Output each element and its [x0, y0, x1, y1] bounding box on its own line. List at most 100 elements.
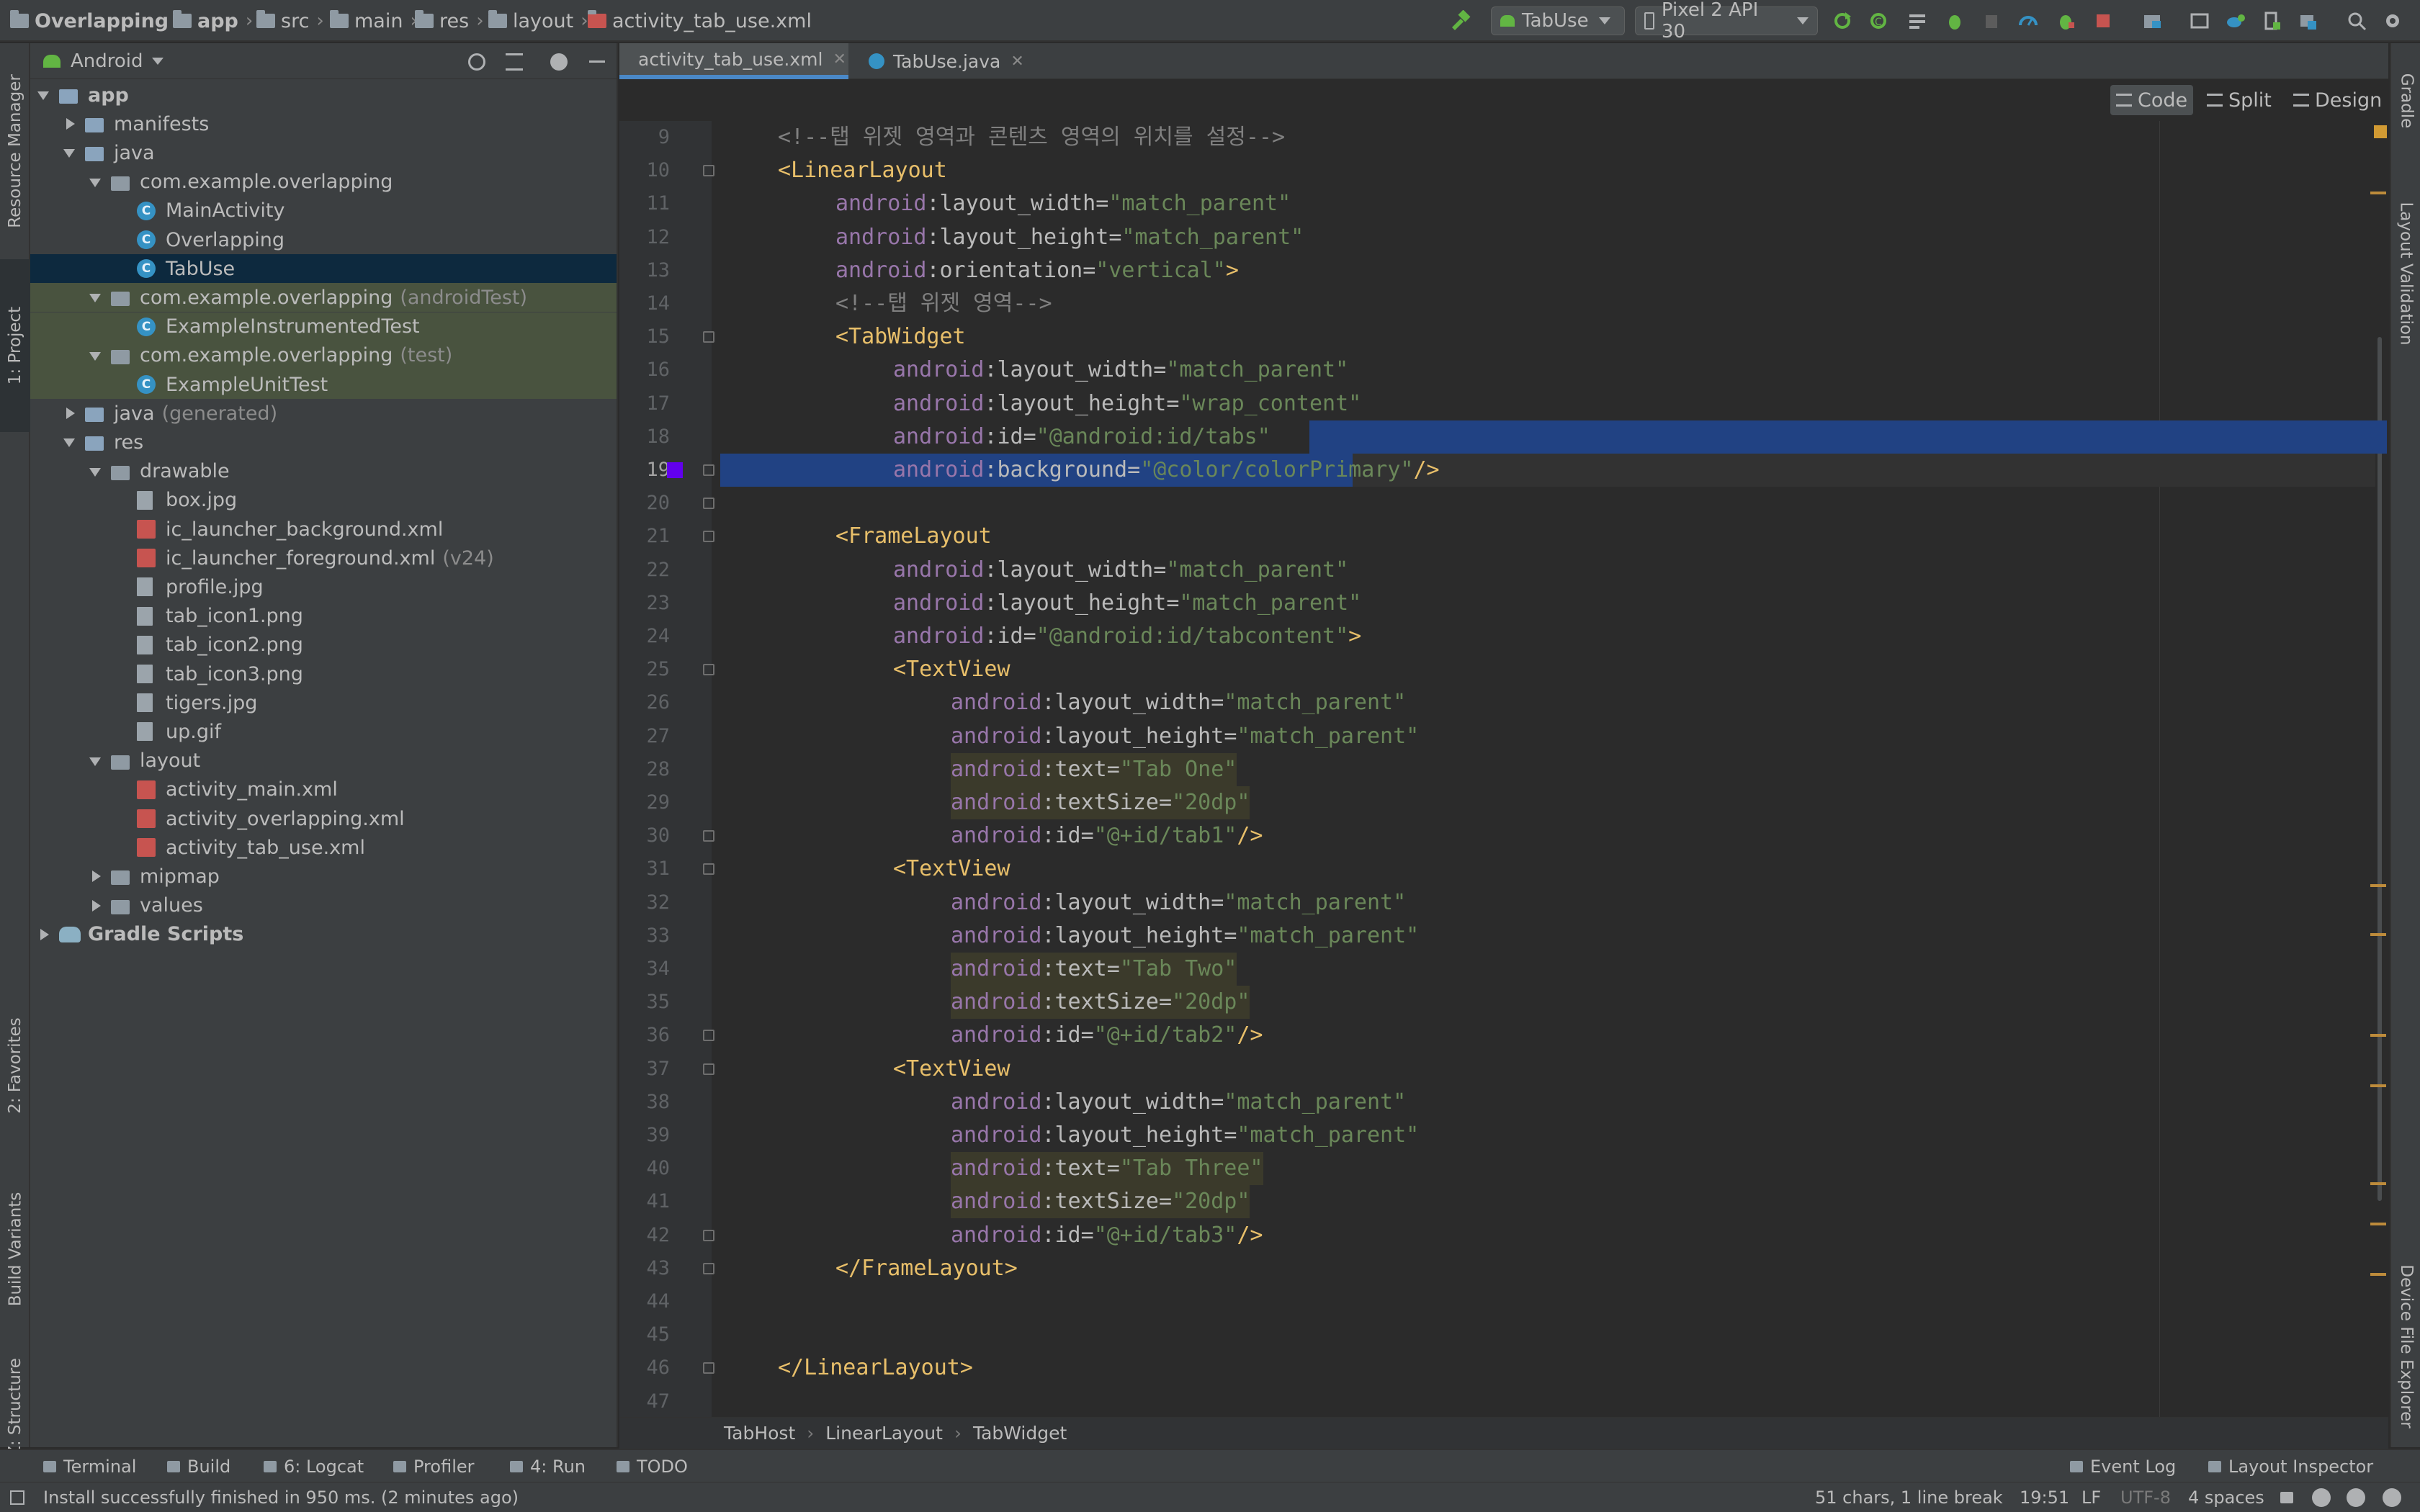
inspection-profile-icon[interactable] — [2312, 1482, 2331, 1512]
code-line[interactable]: android:layout_height="wrap_content" — [619, 387, 2388, 420]
tree-node-file[interactable]: ic_launcher_background.xml — [30, 515, 617, 544]
code-line[interactable]: android:layout_width="match_parent" — [619, 354, 2388, 387]
tree-node-drawable[interactable]: drawable — [30, 457, 617, 486]
terminal-window-icon[interactable] — [2187, 7, 2213, 35]
status-message[interactable]: Install successfully finished in 950 ms.… — [43, 1482, 519, 1512]
tree-node-java[interactable]: java — [30, 138, 617, 167]
fold-marker-icon[interactable] — [703, 464, 714, 476]
avd-manager-icon[interactable] — [2259, 7, 2285, 35]
chevron-right-icon[interactable] — [40, 928, 49, 940]
feedback-icon[interactable] — [2347, 1482, 2365, 1512]
attach-debugger-icon[interactable] — [1979, 7, 2005, 35]
breadcrumb-tabwidget[interactable]: TabWidget — [973, 1423, 1067, 1444]
code-line[interactable]: </FrameLayout> — [619, 1252, 2388, 1285]
chevron-down-icon[interactable] — [89, 757, 101, 766]
chevron-down-icon[interactable] — [89, 178, 101, 187]
tool-tab-resource-manager[interactable]: Resource Manager — [0, 50, 30, 252]
sync-icon[interactable] — [1904, 7, 1930, 35]
fold-marker-icon[interactable] — [703, 165, 714, 177]
tree-node-file[interactable]: tigers.jpg — [30, 688, 617, 717]
layout-inspector-button[interactable]: Layout Inspector — [2208, 1450, 2373, 1483]
chevron-right-icon[interactable] — [66, 118, 75, 130]
fold-marker-icon[interactable] — [703, 1362, 714, 1374]
code-line[interactable]: android:text="Tab Two" — [619, 953, 2388, 986]
tool-tab-device-file-explorer[interactable]: Device File Explorer — [2391, 1224, 2420, 1469]
debug-icon[interactable] — [1942, 7, 1968, 35]
code-line[interactable]: <!--탭 위젯 영역--> — [619, 287, 2388, 320]
apply-changes-icon[interactable] — [1829, 7, 1855, 35]
breadcrumb-tabhost[interactable]: TabHost — [724, 1423, 795, 1444]
code-line[interactable]: android:layout_width="match_parent" — [619, 886, 2388, 919]
hide-icon[interactable] — [589, 60, 605, 63]
stop-icon[interactable] — [2090, 7, 2116, 35]
apply-code-changes-icon[interactable]: C — [1865, 7, 1891, 35]
code-line[interactable]: android:text="Tab Three" — [619, 1152, 2388, 1186]
breadcrumb-res[interactable]: res › — [415, 0, 493, 42]
tree-node-app[interactable]: app — [30, 81, 617, 109]
code-line[interactable]: android:layout_height="match_parent" — [619, 919, 2388, 953]
chevron-down-icon[interactable] — [89, 351, 101, 361]
close-icon[interactable]: ✕ — [833, 50, 846, 68]
tree-node-mipmap[interactable]: mipmap — [30, 862, 617, 891]
breadcrumb-layout[interactable]: layout › — [488, 0, 597, 42]
tree-node-file[interactable]: activity_overlapping.xml — [30, 804, 617, 833]
warning-stripe-mark[interactable] — [2370, 1084, 2386, 1087]
warning-stripe-mark[interactable] — [2370, 1273, 2386, 1276]
tree-node-manifests[interactable]: manifests — [30, 109, 617, 138]
tool-tab-build-variants[interactable]: Build Variants — [0, 1166, 30, 1332]
tree-node-exampleinstrumentedtest[interactable]: C ExampleInstrumentedTest — [30, 312, 617, 341]
breadcrumb-file[interactable]: activity_tab_use.xml — [588, 0, 812, 42]
device-select[interactable]: Pixel 2 API 30 — [1635, 0, 1818, 42]
tree-node-exampleunittest[interactable]: C ExampleUnitTest — [30, 370, 617, 399]
lock-icon[interactable] — [2280, 1482, 2293, 1512]
code-line[interactable]: android:layout_height="match_parent" — [619, 720, 2388, 753]
warning-stripe-mark[interactable] — [2370, 884, 2386, 887]
code-line[interactable]: <TextView — [619, 653, 2388, 686]
code-line[interactable]: <!--탭 위젯 영역과 콘텐츠 영역의 위치를 설정--> — [619, 121, 2388, 154]
tree-node-package[interactable]: com.example.overlapping — [30, 168, 617, 197]
code-line[interactable]: <TextView — [619, 852, 2388, 886]
tab-activity-tab-use[interactable]: activity_tab_use.xml ✕ — [619, 43, 848, 79]
tree-node-file[interactable]: activity_tab_use.xml — [30, 833, 617, 862]
code-line[interactable]: android:background="@color/colorPrimary"… — [619, 454, 2388, 487]
make-project-icon[interactable] — [1446, 7, 1474, 35]
fold-marker-icon[interactable] — [703, 1262, 714, 1274]
code-line[interactable]: android:text="Tab One" — [619, 752, 2388, 786]
terminal-button[interactable]: Terminal — [43, 1450, 136, 1483]
code-line[interactable] — [619, 1285, 2388, 1318]
locate-icon[interactable] — [468, 53, 485, 71]
project-view-select[interactable]: Android — [71, 50, 143, 72]
fold-marker-icon[interactable] — [703, 1030, 714, 1042]
project-structure-icon[interactable] — [2139, 7, 2165, 35]
tab-tabuse-java[interactable]: TabUse.java ✕ — [859, 43, 1053, 79]
run-button[interactable]: 4: Run — [510, 1450, 586, 1483]
memory-indicator-icon[interactable] — [2383, 1482, 2401, 1512]
fold-marker-icon[interactable] — [703, 664, 714, 676]
event-log-button[interactable]: Event Log — [2070, 1450, 2176, 1483]
chevron-down-icon[interactable] — [63, 149, 75, 158]
tree-node-file[interactable]: up.gif — [30, 717, 617, 746]
code-line[interactable] — [619, 487, 2388, 520]
file-encoding[interactable]: UTF-8 — [2120, 1482, 2171, 1512]
warning-stripe-mark[interactable] — [2370, 1223, 2386, 1225]
breadcrumb-src[interactable]: src › — [256, 0, 333, 42]
tool-tab-gradle[interactable]: Gradle — [2391, 50, 2420, 151]
tree-node-package-androidtest[interactable]: com.example.overlapping (androidTest) — [30, 283, 617, 312]
collapse-all-icon[interactable] — [506, 53, 523, 71]
code-line[interactable]: android:layout_width="match_parent" — [619, 686, 2388, 719]
code-line[interactable]: android:id="@android:id/tabs" — [619, 420, 2388, 454]
fold-marker-icon[interactable] — [703, 863, 714, 876]
tree-node-java-generated[interactable]: java (generated) — [30, 399, 617, 428]
code-line[interactable]: android:textSize="20dp" — [619, 786, 2388, 819]
tree-node-file[interactable]: ic_launcher_foreground.xml (v24) — [30, 544, 617, 572]
profiler-button[interactable]: Profiler — [393, 1450, 475, 1483]
code-line[interactable]: android:layout_height="match_parent" — [619, 221, 2388, 254]
warning-stripe-mark[interactable] — [2370, 933, 2386, 936]
chevron-down-icon[interactable] — [89, 467, 101, 477]
breadcrumb-app[interactable]: app › — [173, 0, 261, 42]
tree-node-layout[interactable]: layout — [30, 747, 617, 775]
color-swatch-icon[interactable] — [667, 462, 683, 478]
chevron-right-icon[interactable] — [92, 870, 101, 883]
code-line[interactable]: <LinearLayout — [619, 154, 2388, 187]
fold-marker-icon[interactable] — [703, 498, 714, 510]
